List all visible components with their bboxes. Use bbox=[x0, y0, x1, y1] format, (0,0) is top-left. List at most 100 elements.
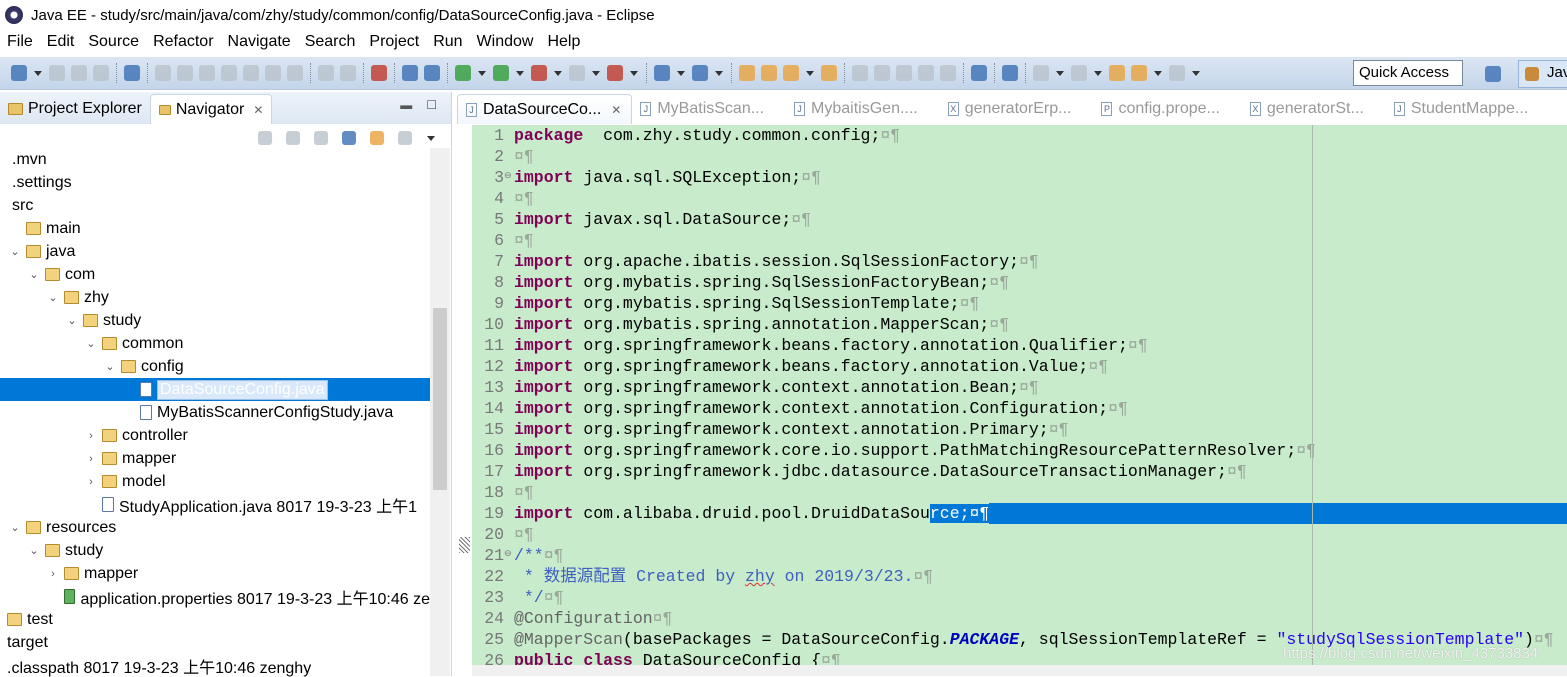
chevron-down-icon[interactable]: ⌄ bbox=[103, 360, 117, 373]
toolbar-button-icon[interactable] bbox=[761, 65, 777, 81]
menu-window[interactable]: Window bbox=[470, 30, 541, 55]
horizontal-scrollbar[interactable] bbox=[472, 665, 1567, 676]
chevron-down-icon[interactable]: ⌄ bbox=[46, 291, 60, 304]
toolbar-button-icon[interactable] bbox=[1033, 65, 1049, 81]
tree-item[interactable]: ⌄ config bbox=[0, 355, 430, 378]
dropdown-arrow-icon[interactable] bbox=[1154, 70, 1162, 76]
tab-navigator[interactable]: Navigator ✕ bbox=[149, 94, 273, 124]
link-with-editor-icon[interactable] bbox=[370, 131, 384, 145]
toolbar-button-icon[interactable] bbox=[918, 65, 934, 81]
chevron-down-icon[interactable]: ⌄ bbox=[8, 521, 22, 534]
toolbar-button-icon[interactable] bbox=[1071, 65, 1087, 81]
chevron-right-icon[interactable]: › bbox=[84, 476, 98, 488]
editor-tab[interactable]: XgeneratorErp... bbox=[940, 94, 1082, 124]
code-line[interactable]: 11 import org.springframework.beans.facto… bbox=[472, 335, 1567, 356]
code-line[interactable]: 6 ¤¶ bbox=[472, 230, 1567, 251]
dropdown-arrow-icon[interactable] bbox=[592, 70, 600, 76]
toolbar-button-icon[interactable] bbox=[607, 65, 623, 81]
dropdown-arrow-icon[interactable] bbox=[554, 70, 562, 76]
tree-item[interactable]: main bbox=[0, 217, 430, 240]
menu-refactor[interactable]: Refactor bbox=[146, 30, 220, 55]
toolbar-button-icon[interactable] bbox=[1109, 65, 1125, 81]
tree-item[interactable]: StudyApplication.java 8017 19-3-23 上午1 bbox=[0, 493, 430, 516]
toolbar-button-icon[interactable] bbox=[940, 65, 956, 81]
tree-scrollbar[interactable] bbox=[430, 148, 450, 676]
tree-item[interactable]: .classpath 8017 19-3-23 上午10:46 zenghy bbox=[0, 654, 430, 677]
code-line[interactable]: 19 import com.alibaba.druid.pool.DruidDat… bbox=[472, 503, 1567, 524]
open-perspective-icon[interactable] bbox=[1485, 66, 1501, 82]
toolbar-button-icon[interactable] bbox=[93, 65, 109, 81]
code-line[interactable]: 16 import org.springframework.core.io.sup… bbox=[472, 440, 1567, 461]
toolbar-button-icon[interactable] bbox=[821, 65, 837, 81]
toolbar-button-icon[interactable] bbox=[340, 65, 356, 81]
code-line[interactable]: 20 ¤¶ bbox=[472, 524, 1567, 545]
dropdown-arrow-icon[interactable] bbox=[1094, 70, 1102, 76]
dropdown-arrow-icon[interactable] bbox=[806, 70, 814, 76]
menu-search[interactable]: Search bbox=[298, 30, 363, 55]
toolbar-button-icon[interactable] bbox=[199, 65, 215, 81]
code-line[interactable]: 21 ⊖/**¤¶ bbox=[472, 545, 1567, 566]
chevron-down-icon[interactable]: ⌄ bbox=[8, 245, 22, 258]
toolbar-button-icon[interactable] bbox=[402, 65, 418, 81]
code-line[interactable]: 2 ¤¶ bbox=[472, 146, 1567, 167]
editor-tab[interactable]: J DataSourceCo... ✕ bbox=[457, 94, 633, 124]
toolbar-button-icon[interactable] bbox=[49, 65, 65, 81]
toolbar-button-icon[interactable] bbox=[371, 65, 387, 81]
code-line[interactable]: 8 import org.mybatis.spring.SqlSessionFac… bbox=[472, 272, 1567, 293]
toolbar-button-icon[interactable] bbox=[531, 65, 547, 81]
tree-item[interactable]: src bbox=[0, 194, 430, 217]
back-icon[interactable] bbox=[258, 131, 272, 145]
code-line[interactable]: 17 import org.springframework.jdbc.dataso… bbox=[472, 461, 1567, 482]
code-line[interactable]: 9 import org.mybatis.spring.SqlSessionTem… bbox=[472, 293, 1567, 314]
toolbar-button-icon[interactable] bbox=[874, 65, 890, 81]
code-line[interactable]: 5 import javax.sql.DataSource;¤¶ bbox=[472, 209, 1567, 230]
tree-item[interactable]: ⌄ common bbox=[0, 332, 430, 355]
toolbar-button-icon[interactable] bbox=[243, 65, 259, 81]
dropdown-arrow-icon[interactable] bbox=[34, 70, 42, 76]
toolbar-button-icon[interactable] bbox=[455, 65, 471, 81]
menu-run[interactable]: Run bbox=[426, 30, 469, 55]
tree-item[interactable]: .mvn bbox=[0, 148, 430, 171]
tree-item[interactable]: target bbox=[0, 631, 430, 654]
toolbar-button-icon[interactable] bbox=[318, 65, 334, 81]
chevron-right-icon[interactable]: › bbox=[46, 568, 60, 580]
chevron-down-icon[interactable]: ⌄ bbox=[84, 337, 98, 350]
code-line[interactable]: 14 import org.springframework.context.ann… bbox=[472, 398, 1567, 419]
code-line[interactable]: 7 import org.apache.ibatis.session.SqlSes… bbox=[472, 251, 1567, 272]
toolbar-button-icon[interactable] bbox=[692, 65, 708, 81]
editor-tab[interactable]: J MybaitisGen.... bbox=[786, 94, 928, 124]
filter-icon[interactable] bbox=[398, 131, 412, 145]
toolbar-button-icon[interactable] bbox=[493, 65, 509, 81]
code-editor[interactable]: 1 package com.zhy.study.common.config;¤¶ 2… bbox=[472, 125, 1567, 665]
toolbar-button-icon[interactable] bbox=[896, 65, 912, 81]
toolbar-button-icon[interactable] bbox=[424, 65, 440, 81]
collapse-all-icon[interactable] bbox=[342, 131, 356, 145]
chevron-down-icon[interactable]: ⌄ bbox=[65, 314, 79, 327]
perspective-java-button[interactable]: Java bbox=[1518, 60, 1567, 88]
chevron-right-icon[interactable]: › bbox=[84, 430, 98, 442]
dropdown-arrow-icon[interactable] bbox=[516, 70, 524, 76]
tree-item[interactable]: ⌄ java bbox=[0, 240, 430, 263]
tree-item[interactable]: .settings bbox=[0, 171, 430, 194]
toolbar-button-icon[interactable] bbox=[287, 65, 303, 81]
toolbar-button-icon[interactable] bbox=[569, 65, 585, 81]
toolbar-button-icon[interactable] bbox=[177, 65, 193, 81]
toolbar-button-icon[interactable] bbox=[739, 65, 755, 81]
toolbar-button-icon[interactable] bbox=[852, 65, 868, 81]
tree-item[interactable]: › controller bbox=[0, 424, 430, 447]
tree-item[interactable]: DataSourceConfig.java bbox=[0, 378, 430, 401]
code-line[interactable]: 12 import org.springframework.beans.facto… bbox=[472, 356, 1567, 377]
code-line[interactable]: 18 ¤¶ bbox=[472, 482, 1567, 503]
up-icon[interactable] bbox=[314, 131, 328, 145]
minimize-icon[interactable]: ▬ bbox=[400, 98, 412, 112]
editor-tab[interactable]: XgeneratorSt... bbox=[1242, 94, 1374, 124]
menu-navigate[interactable]: Navigate bbox=[221, 30, 298, 55]
tab-project-explorer[interactable]: Project Explorer bbox=[0, 94, 150, 124]
tree-item[interactable]: › mapper bbox=[0, 447, 430, 470]
tree-item[interactable]: ⌄ study bbox=[0, 309, 430, 332]
maximize-icon[interactable]: ☐ bbox=[426, 98, 437, 112]
toolbar-button-icon[interactable] bbox=[1131, 65, 1147, 81]
toolbar-button-icon[interactable] bbox=[71, 65, 87, 81]
toolbar-button-icon[interactable] bbox=[654, 65, 670, 81]
toolbar-button-icon[interactable] bbox=[221, 65, 237, 81]
